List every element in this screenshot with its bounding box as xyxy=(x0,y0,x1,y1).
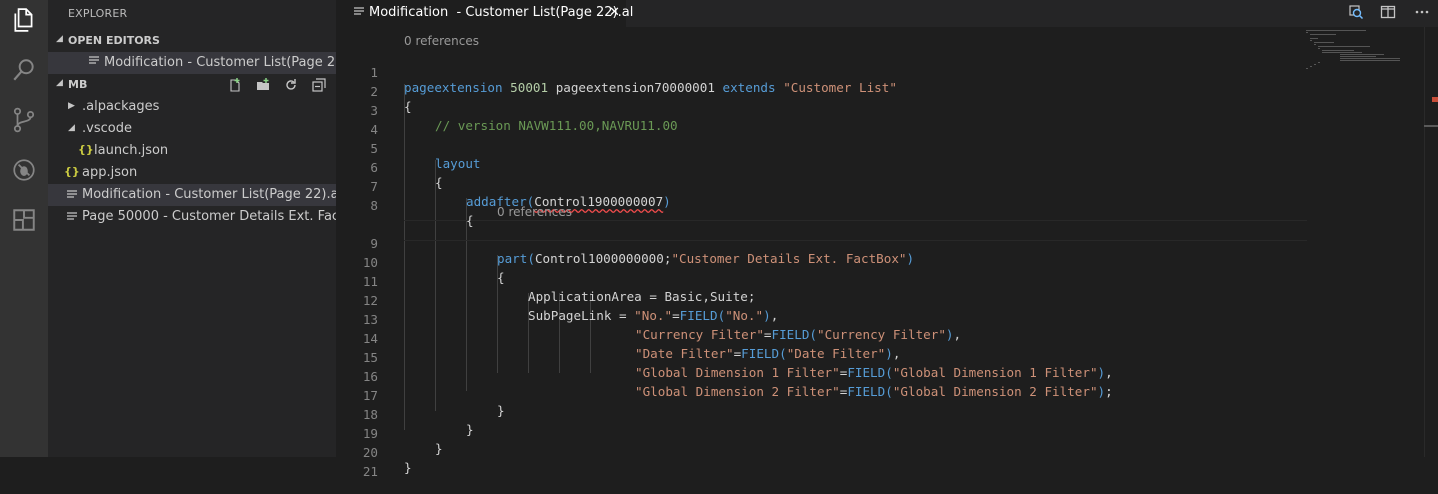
debug-icon[interactable] xyxy=(0,146,48,194)
workspace-header[interactable]: ◢ MB xyxy=(48,74,336,96)
code-lens-references[interactable]: 0 references xyxy=(497,205,572,219)
files-icon[interactable] xyxy=(0,0,48,44)
code-editor[interactable]: 0 references 1 pageextension 50001 pagee… xyxy=(336,27,1438,479)
new-folder-icon[interactable] xyxy=(252,76,274,94)
open-editor-item[interactable]: Modification - Customer List(Page 22)...… xyxy=(48,52,336,74)
json-file-icon: {} xyxy=(78,143,94,156)
tree-item-launch-json[interactable]: {} launch.json xyxy=(48,140,336,162)
tree-item-page-50000-al[interactable]: Page 50000 - Customer Details Ext. FactB… xyxy=(48,206,336,228)
explorer-sidebar: EXPLORER ◢ OPEN EDITORS Modification - C… xyxy=(48,0,336,457)
open-editors-header[interactable]: ◢ OPEN EDITORS xyxy=(48,30,336,52)
source-control-icon[interactable] xyxy=(0,96,48,144)
file-lines-icon xyxy=(67,190,78,205)
chevron-down-icon: ◢ xyxy=(56,78,63,88)
chevron-down-icon: ◢ xyxy=(56,34,63,44)
code-line: 18 } xyxy=(362,407,474,437)
code-line: 14 "Date Filter"=FIELD("Date Filter"), xyxy=(362,331,901,361)
open-changes-icon[interactable] xyxy=(1348,4,1366,22)
sidebar-title: EXPLORER xyxy=(68,7,128,20)
code-line: 8 { xyxy=(370,198,474,228)
code-line: 5 layout xyxy=(370,141,481,171)
code-line: 10 { xyxy=(362,255,505,285)
code-line: 4 xyxy=(370,122,378,137)
code-line: 2 { xyxy=(370,84,412,114)
tab-label: Modification - Customer List(Page 22).al xyxy=(369,5,634,20)
search-icon[interactable] xyxy=(0,46,48,94)
chevron-down-icon: ◢ xyxy=(68,123,75,133)
tree-item-vscode[interactable]: ◢ .vscode xyxy=(48,118,336,140)
code-line: 19 } xyxy=(362,426,443,456)
activity-bar xyxy=(0,0,48,457)
extensions-icon[interactable] xyxy=(0,196,48,244)
error-marker xyxy=(1432,97,1438,102)
code-line: 7 addafter(Control1900000007) xyxy=(370,179,671,209)
tree-item-app-json[interactable]: {} app.json xyxy=(48,162,336,184)
code-line: 9 part(Control1000000000;"Customer Detai… xyxy=(370,236,915,266)
file-lines-icon xyxy=(89,55,100,70)
code-line: 6 { xyxy=(370,160,443,190)
editor-tab-bar: Modification - Customer List(Page 22).al… xyxy=(336,0,1438,27)
code-lens-references[interactable]: 0 references xyxy=(404,34,479,48)
code-line: 21 xyxy=(362,464,378,479)
code-line: 16 "Global Dimension 2 Filter"=FIELD("Gl… xyxy=(362,369,1113,399)
code-line: 17 } xyxy=(362,388,505,418)
split-editor-icon[interactable] xyxy=(1380,4,1398,22)
chevron-right-icon: ▶ xyxy=(68,101,75,111)
code-line: 20 } xyxy=(362,445,412,475)
minimap[interactable] xyxy=(1306,27,1406,97)
code-line: 15 "Global Dimension 1 Filter"=FIELD("Gl… xyxy=(362,350,1113,380)
file-lines-icon xyxy=(67,212,78,227)
code-line: 12 SubPageLink = "No."=FIELD("No."), xyxy=(362,293,779,323)
code-line: 1 pageextension 50001 pageextension70000… xyxy=(370,65,897,95)
code-line: 11 ApplicationArea = Basic,Suite; xyxy=(362,274,756,304)
collapse-all-icon[interactable] xyxy=(308,76,330,94)
json-file-icon: {} xyxy=(64,165,80,178)
close-icon[interactable]: ✕ xyxy=(609,5,620,20)
tab-modification-al[interactable]: Modification - Customer List(Page 22).al… xyxy=(336,0,633,27)
tree-item-modification-al[interactable]: Modification - Customer List(Page 22).al xyxy=(48,184,336,206)
scroll-position-marker xyxy=(1424,125,1438,127)
vertical-scrollbar[interactable] xyxy=(1424,27,1438,457)
tree-item-alpackages[interactable]: ▶ .alpackages xyxy=(48,96,336,118)
code-line: 3 // version NAVW111.00,NAVRU11.00 xyxy=(370,103,678,133)
new-file-icon[interactable] xyxy=(224,76,246,94)
more-actions-icon[interactable] xyxy=(1414,4,1432,22)
code-line: 13 "Currency Filter"=FIELD("Currency Fil… xyxy=(362,312,962,342)
refresh-icon[interactable] xyxy=(280,76,302,94)
file-lines-icon xyxy=(354,7,365,22)
